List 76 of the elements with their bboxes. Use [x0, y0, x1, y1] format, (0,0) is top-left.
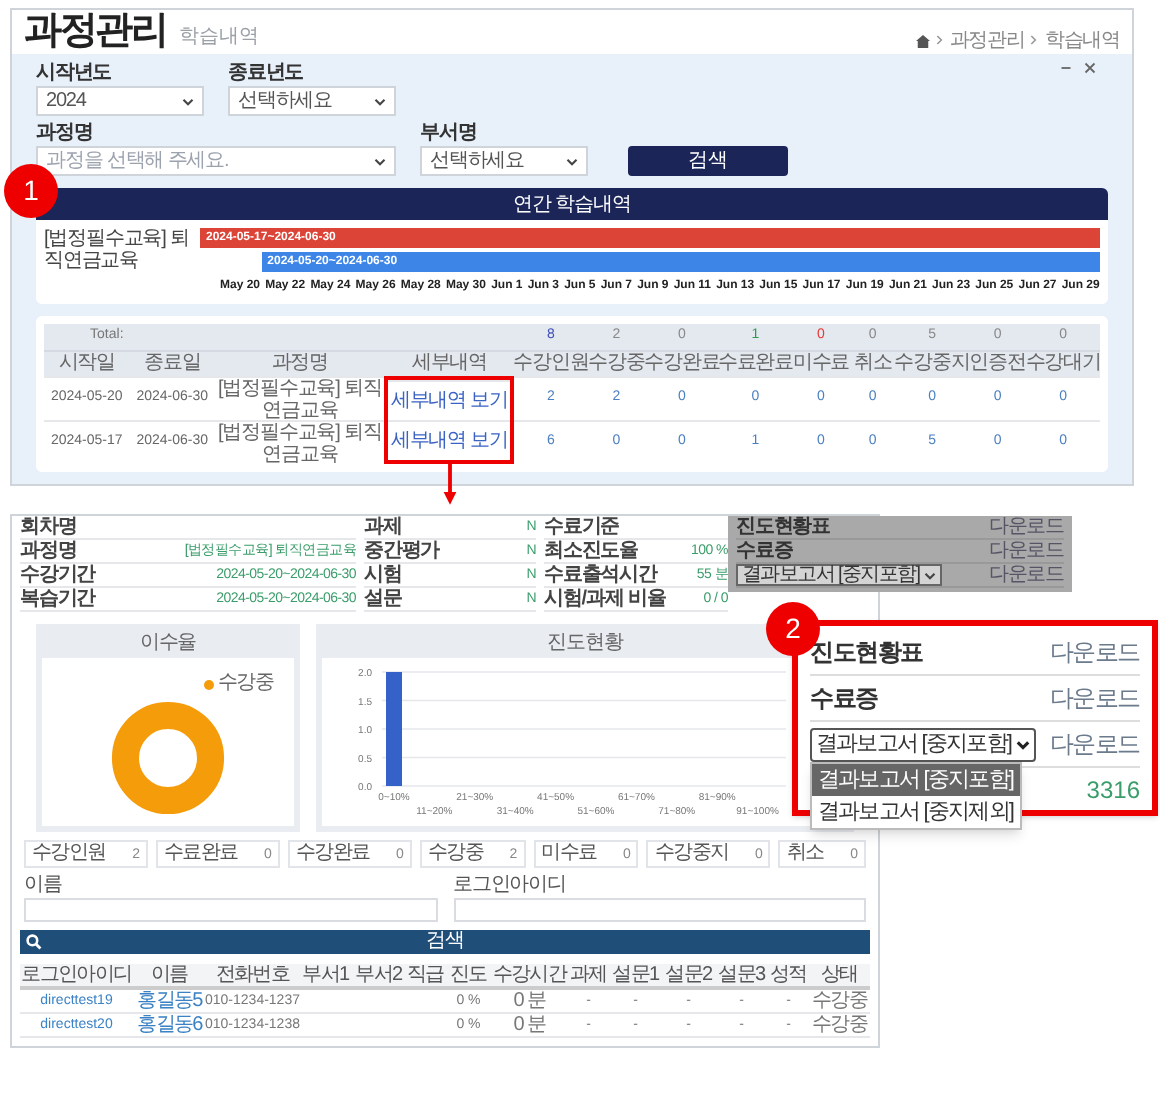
breadcrumb-item[interactable]: 과정관리 [949, 25, 1025, 55]
field-label: 로그인아이디 [453, 874, 568, 898]
info-label: 시험/과제 비율 [544, 589, 666, 609]
table-cell: 수강중 [809, 990, 870, 1012]
select-field[interactable]: 결과보고서 [중지포함] [810, 727, 1036, 761]
column-header: 설문1 [610, 964, 661, 986]
column-header: 성적 [768, 964, 809, 986]
callout-badge: 1 [4, 164, 58, 218]
count-value: 3316 [1086, 777, 1140, 801]
field-label: 부서명 [420, 122, 479, 146]
stat-label: 미수료 [541, 844, 597, 864]
legend-label: 수강중 [217, 674, 274, 694]
page-subtitle: 학습내역 [178, 23, 259, 52]
column-header: 수강시간 [491, 964, 568, 986]
table-cell: [법정필수교육] 퇴직연금교육 [215, 420, 385, 464]
column-header: 설문3 [716, 964, 768, 986]
download-label: 진도현황표 [736, 517, 831, 537]
table-link[interactable]: 홍길동5 [133, 990, 206, 1012]
page-title: 과정관리 [24, 7, 167, 56]
info-label: 과제 [364, 517, 402, 537]
info-label: 시험 [364, 565, 402, 585]
stat-label: 수강중 [427, 844, 484, 864]
stat-label: 수강완료 [295, 844, 370, 864]
download-link[interactable]: 다운로드 [1049, 686, 1140, 710]
stat-label: 취소 [786, 844, 824, 864]
info-label: 중간평가 [364, 541, 440, 561]
column-header: 전화번호 [213, 964, 292, 986]
column-header: 로그인아이디 [20, 964, 133, 986]
stat-label: 수강중지 [654, 844, 729, 864]
table-cell: [법정필수교육] 퇴직연금교육 [215, 376, 385, 420]
column-header: 설문2 [663, 964, 714, 986]
column-header: 부서2 [353, 964, 404, 986]
select-field[interactable]: 결과보고서 [중지포함] [736, 564, 942, 586]
chart-title: 이수율 [137, 630, 199, 658]
stat-label: 수강인원 [32, 844, 106, 864]
select-field[interactable]: 선택하세요 [420, 146, 588, 176]
column-header: 진도 [448, 964, 489, 986]
gantt-title: 연간 학습내역 [36, 188, 1108, 220]
download-link[interactable]: 다운로드 [988, 517, 1064, 537]
column-header: 상태 [819, 964, 860, 986]
column-header: 부서1 [300, 964, 351, 986]
select-field[interactable]: 과정을 선택해 주세요. [36, 146, 396, 176]
info-label: 회차명 [20, 517, 77, 537]
info-label: 수료기준 [544, 517, 620, 537]
field-label: 이름 [24, 874, 64, 898]
table-cell-text: 0 분 [511, 1014, 548, 1036]
download-label: 수료증 [736, 541, 793, 561]
download-link[interactable]: 다운로드 [1049, 732, 1140, 756]
info-label: 수료출석시간 [544, 565, 657, 585]
download-link[interactable]: 다운로드 [1049, 640, 1140, 664]
download-link[interactable]: 다운로드 [988, 565, 1064, 585]
dropdown-option[interactable]: 결과보고서 [중지포함] [812, 764, 1020, 796]
select-field[interactable]: 2024 [36, 86, 204, 116]
table-cell-text: 0 분 [511, 990, 548, 1012]
info-label: 수강기간 [20, 565, 96, 585]
download-label: 수료증 [810, 686, 878, 710]
info-label: 설문 [364, 589, 402, 609]
field-label: 시작년도 [36, 62, 114, 86]
download-link[interactable]: 다운로드 [988, 541, 1064, 561]
table-link[interactable]: 홍길동6 [133, 1014, 206, 1036]
search-button[interactable]: 검색 [628, 146, 788, 176]
stat-label: 수료완료 [163, 844, 238, 864]
column-header: 과제 [568, 964, 609, 986]
field-label: 종료년도 [228, 62, 306, 86]
table-cell: 수강중 [809, 1014, 870, 1036]
row-label: [법정필수교육] 퇴직연금교육 [44, 228, 191, 272]
field-label: 과정명 [36, 122, 95, 146]
info-label: 복습기간 [20, 589, 96, 609]
column-header: 직급 [405, 964, 446, 986]
column-header: 이름 [149, 964, 190, 986]
info-label: 과정명 [20, 541, 77, 561]
dropdown-option[interactable]: 결과보고서 [중지제외] [812, 796, 1020, 828]
search-bar-button[interactable]: 검색 [20, 930, 870, 954]
breadcrumb-item[interactable]: 학습내역 [1044, 25, 1120, 55]
info-label: 최소진도율 [544, 541, 639, 561]
select-field[interactable]: 선택하세요 [228, 86, 396, 116]
